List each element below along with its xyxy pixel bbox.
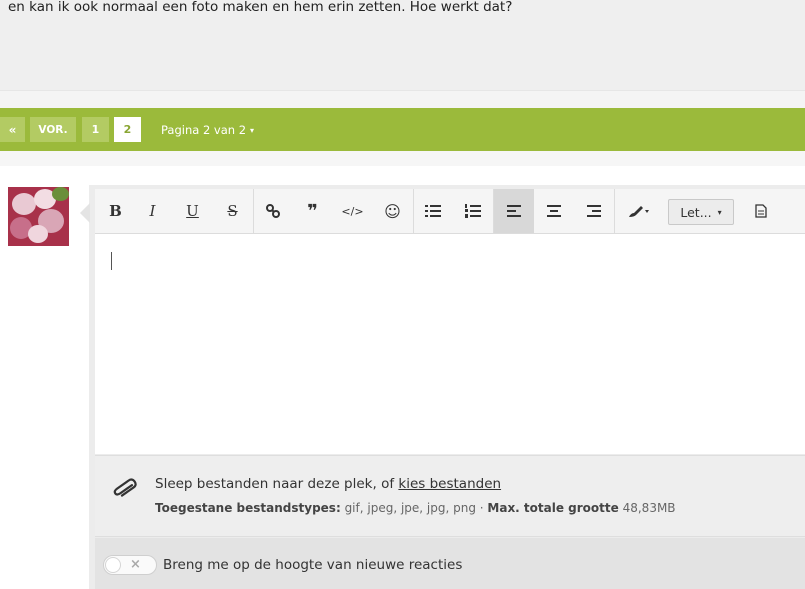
pagination-bar: « VOR. 1 2 Pagina 2 van 2 ▾	[0, 108, 805, 151]
notify-label: Breng me op de hoogte van nieuwe reactie…	[163, 557, 463, 573]
draft-icon[interactable]	[744, 189, 777, 233]
font-dropdown[interactable]: Let... ▾	[668, 199, 734, 225]
align-right-icon[interactable]	[577, 189, 610, 233]
quote-icon[interactable]: ❞	[296, 189, 329, 233]
link-icon[interactable]	[256, 189, 289, 233]
text-cursor	[111, 252, 112, 270]
align-center-icon[interactable]	[537, 189, 570, 233]
post-separator	[0, 90, 805, 108]
underline-icon[interactable]: U	[176, 189, 209, 233]
toggle-knob	[105, 557, 121, 573]
bullet-list-icon[interactable]	[416, 189, 449, 233]
strikethrough-icon[interactable]: S	[216, 189, 249, 233]
notify-toggle[interactable]: ×	[103, 555, 157, 575]
caret-down-icon: ▾	[717, 207, 722, 217]
choose-files-link[interactable]: kies bestanden	[398, 476, 501, 492]
page-2-button[interactable]: 2	[114, 117, 141, 142]
notification-row: × Breng me op de hoogte van nieuwe react…	[95, 538, 805, 589]
close-icon: ×	[130, 557, 141, 572]
editor-toolbar: B I U S ❞ </> ☺ Let... ▾	[95, 189, 805, 234]
previous-page-button[interactable]: VOR.	[30, 117, 76, 142]
page-1-button[interactable]: 1	[82, 117, 109, 142]
file-restrictions: Toegestane bestandstypes: gif, jpeg, jpe…	[155, 501, 676, 515]
numbered-list-icon[interactable]	[456, 189, 489, 233]
editor-pointer	[80, 203, 90, 223]
page-jump-dropdown[interactable]: Pagina 2 van 2 ▾	[161, 123, 254, 137]
smiley-icon[interactable]: ☺	[376, 189, 409, 233]
brush-icon[interactable]	[619, 189, 659, 233]
allowed-types-label: Toegestane bestandstypes:	[155, 501, 341, 515]
caret-down-icon: ▾	[250, 125, 255, 135]
spacer	[0, 151, 805, 166]
first-page-button[interactable]: «	[0, 117, 25, 142]
reply-text-input[interactable]	[95, 234, 805, 454]
previous-post: en kan ik ook normaal een foto maken en …	[0, 0, 805, 90]
avatar	[8, 187, 69, 246]
dropzone-text: Sleep bestanden naar deze plek, of kies …	[155, 476, 501, 492]
code-icon[interactable]: </>	[336, 189, 369, 233]
attachment-dropzone[interactable]: Sleep bestanden naar deze plek, of kies …	[95, 455, 805, 537]
page-info: Pagina 2 van 2	[161, 123, 247, 137]
dropzone-label: Sleep bestanden naar deze plek, of	[155, 476, 399, 492]
font-label: Let...	[680, 204, 712, 220]
allowed-types-value: gif, jpeg, jpe, jpg, png ·	[340, 501, 488, 515]
post-text: en kan ik ook normaal een foto maken en …	[8, 0, 513, 15]
bold-icon[interactable]: B	[99, 189, 132, 233]
italic-icon[interactable]: I	[136, 189, 169, 233]
max-size-label: Max. totale grootte	[487, 501, 619, 515]
align-left-icon[interactable]	[494, 189, 534, 233]
paperclip-icon	[111, 476, 139, 504]
max-size-value: 48,83MB	[618, 501, 676, 515]
